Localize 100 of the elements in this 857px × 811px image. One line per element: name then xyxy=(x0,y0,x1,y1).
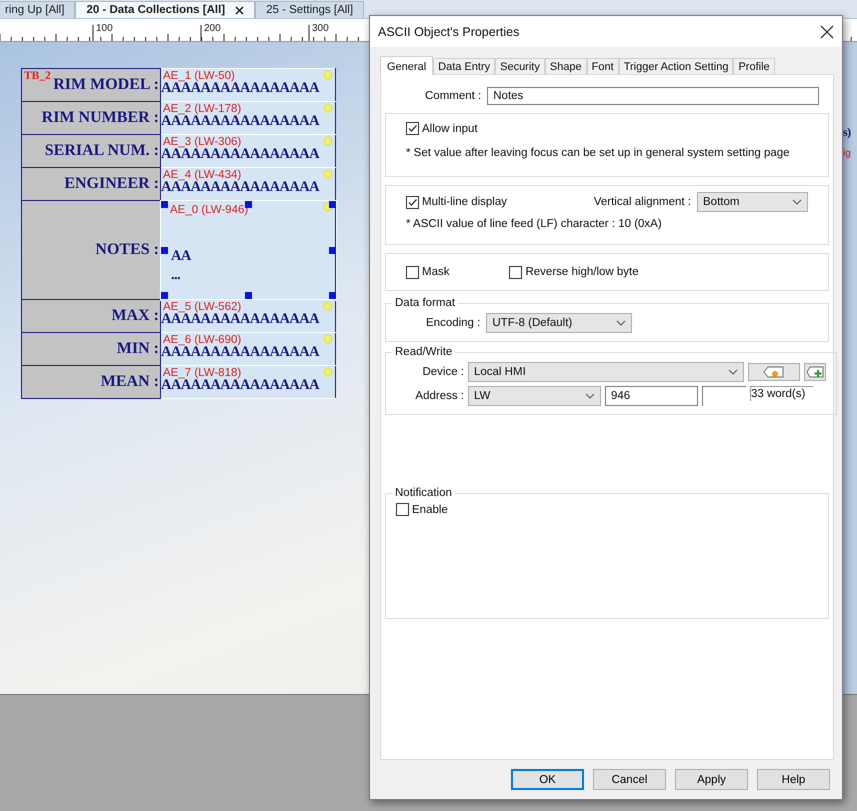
field-label: MIN : xyxy=(116,340,160,357)
dialog-button[interactable]: OK xyxy=(511,769,584,790)
field-value: AAAAAAAAAAAAAAAA xyxy=(161,344,319,360)
dialog-tab[interactable]: Trigger Action Setting xyxy=(618,58,734,74)
dialog-tab[interactable]: Data Entry xyxy=(433,58,496,74)
object-tag: AE_1 (LW-50) xyxy=(163,70,235,82)
field-label: Device : xyxy=(421,366,464,378)
object-tag: AE_3 (LW-306) xyxy=(163,136,242,148)
marker-icon xyxy=(323,169,333,179)
ascii-object[interactable]: AE_0 (LW-946) AA ... xyxy=(160,200,336,300)
field-label: Encoding : xyxy=(426,317,480,329)
field-value: AAAAAAAAAAAAAAAA xyxy=(161,377,319,393)
device-dropdown[interactable]: Local HMI xyxy=(468,362,744,382)
selection-handle[interactable] xyxy=(161,292,168,299)
dialog-title: ASCII Object's Properties xyxy=(378,24,520,38)
dialog-tab[interactable]: Profile xyxy=(733,58,775,74)
size-text: 33 word(s) xyxy=(750,386,814,401)
close-icon[interactable] xyxy=(235,6,244,14)
editor-tab[interactable]: ring Up [All] xyxy=(0,1,76,18)
selection-handle[interactable] xyxy=(161,201,168,208)
selection-handle[interactable] xyxy=(329,201,336,208)
ascii-object[interactable]: AE_1 (LW-50) AAAAAAAAAAAAAAAA xyxy=(160,68,336,102)
ascii-object[interactable]: AE_5 (LW-562) AAAAAAAAAAAAAAAA xyxy=(160,300,336,332)
selection-handle[interactable] xyxy=(161,247,168,254)
marker-icon xyxy=(323,334,333,344)
checkbox[interactable] xyxy=(406,122,419,135)
dialog-tab[interactable]: Shape xyxy=(544,58,587,74)
marker-icon xyxy=(323,367,333,377)
checkbox-label[interactable]: Multi-line display xyxy=(406,196,508,208)
address-type-dropdown[interactable]: LW xyxy=(468,386,601,406)
field-label: ENGINEER : xyxy=(64,175,160,192)
tag-button[interactable] xyxy=(748,363,800,381)
field-value: ... xyxy=(171,267,180,284)
object-tag: TB_2 xyxy=(24,70,52,82)
editor-tab[interactable]: 20 - Data Collections [All] xyxy=(75,1,256,18)
checkbox-label[interactable]: Enable xyxy=(396,503,448,516)
field-value: AA xyxy=(171,248,191,265)
field-label: Address : xyxy=(414,390,464,402)
field-value: AAAAAAAAAAAAAAAA xyxy=(161,80,319,96)
checkbox-label[interactable]: Mask xyxy=(406,266,450,278)
selection-handle[interactable] xyxy=(245,292,252,299)
checkbox[interactable] xyxy=(396,503,409,516)
encoding-dropdown[interactable]: UTF-8 (Default) xyxy=(486,313,632,333)
checkbox-label[interactable]: Reverse high/low byte xyxy=(509,266,639,278)
group-title: Read/Write xyxy=(394,346,454,358)
ascii-object[interactable]: AE_2 (LW-178) AAAAAAAAAAAAAAAA xyxy=(160,102,336,134)
chevron-down-icon xyxy=(792,199,802,205)
comment-field[interactable]: Notes xyxy=(487,87,820,105)
field-value: AAAAAAAAAAAAAAAA xyxy=(161,146,319,162)
group-title: Data format xyxy=(394,297,456,309)
marker-icon xyxy=(323,70,333,80)
checkbox[interactable] xyxy=(509,266,522,278)
hint-text: * Set value after leaving focus can be set up in general system setting page xyxy=(406,147,791,159)
field-value: AAAAAAAAAAAAAAAA xyxy=(161,113,319,129)
object-tag: AE_4 (LW-434) xyxy=(163,169,242,181)
editor-tab[interactable]: 25 - Settings [All] xyxy=(255,1,364,18)
ascii-object[interactable]: AE_4 (LW-434) AAAAAAAAAAAAAAAA xyxy=(160,168,336,200)
add-tag-icon xyxy=(806,366,824,378)
dialog-tab[interactable]: Security xyxy=(495,58,545,74)
object-tag: AE_6 (LW-690) xyxy=(163,334,242,346)
object-tag: AE_5 (LW-562) xyxy=(163,301,242,313)
selection-handle[interactable] xyxy=(329,247,336,254)
object-tag: ig xyxy=(843,148,851,159)
close-icon[interactable] xyxy=(820,24,834,38)
checkbox-label[interactable]: Allow input xyxy=(406,122,478,135)
tag-icon xyxy=(763,366,785,378)
object-tag: AE_2 (LW-178) xyxy=(163,103,242,115)
field-label: RIM MODEL : xyxy=(53,76,160,93)
field-value: s) xyxy=(843,125,851,140)
dialog-tab[interactable]: Font xyxy=(586,58,619,74)
marker-icon xyxy=(323,136,333,146)
chevron-down-icon xyxy=(585,393,595,399)
ascii-object[interactable]: AE_6 (LW-690) AAAAAAAAAAAAAAAA xyxy=(160,332,336,366)
field-label: RIM NUMBER : xyxy=(42,109,160,126)
dialog-button[interactable]: Help xyxy=(757,769,830,790)
address-field[interactable]: 946 xyxy=(605,386,698,406)
ascii-object[interactable]: AE_3 (LW-306) AAAAAAAAAAAAAAAA xyxy=(160,134,336,168)
dialog-tab[interactable]: General xyxy=(380,56,434,75)
alignment-dropdown[interactable]: Bottom xyxy=(697,192,808,212)
add-tag-button[interactable] xyxy=(804,363,826,381)
checkbox[interactable] xyxy=(406,196,419,208)
checkbox[interactable] xyxy=(406,266,419,278)
field-label: Comment : xyxy=(425,90,482,102)
hint-text: * ASCII value of line feed (LF) character : 10 (0xA) xyxy=(406,218,663,230)
field-label: SERIAL NUM. : xyxy=(44,142,160,159)
field-label: MAX : xyxy=(111,307,160,324)
field-label: MEAN : xyxy=(100,373,160,390)
object-tag: AE_7 (LW-818) xyxy=(163,367,242,379)
field-label: NOTES : xyxy=(95,241,160,258)
dialog-button[interactable]: Cancel xyxy=(593,769,666,790)
selection-handle[interactable] xyxy=(329,292,336,299)
marker-icon xyxy=(323,301,333,311)
ascii-object[interactable]: AE_7 (LW-818) AAAAAAAAAAAAAAAA xyxy=(160,366,336,398)
group-title: Notification xyxy=(394,487,453,499)
chevron-down-icon xyxy=(616,320,626,326)
object-tag: AE_0 (LW-946) xyxy=(170,204,248,216)
dialog-button[interactable]: Apply xyxy=(675,769,748,790)
field-label: Vertical alignment : xyxy=(594,196,691,208)
field-value: AAAAAAAAAAAAAAAA xyxy=(161,179,319,195)
chevron-down-icon xyxy=(728,369,738,375)
